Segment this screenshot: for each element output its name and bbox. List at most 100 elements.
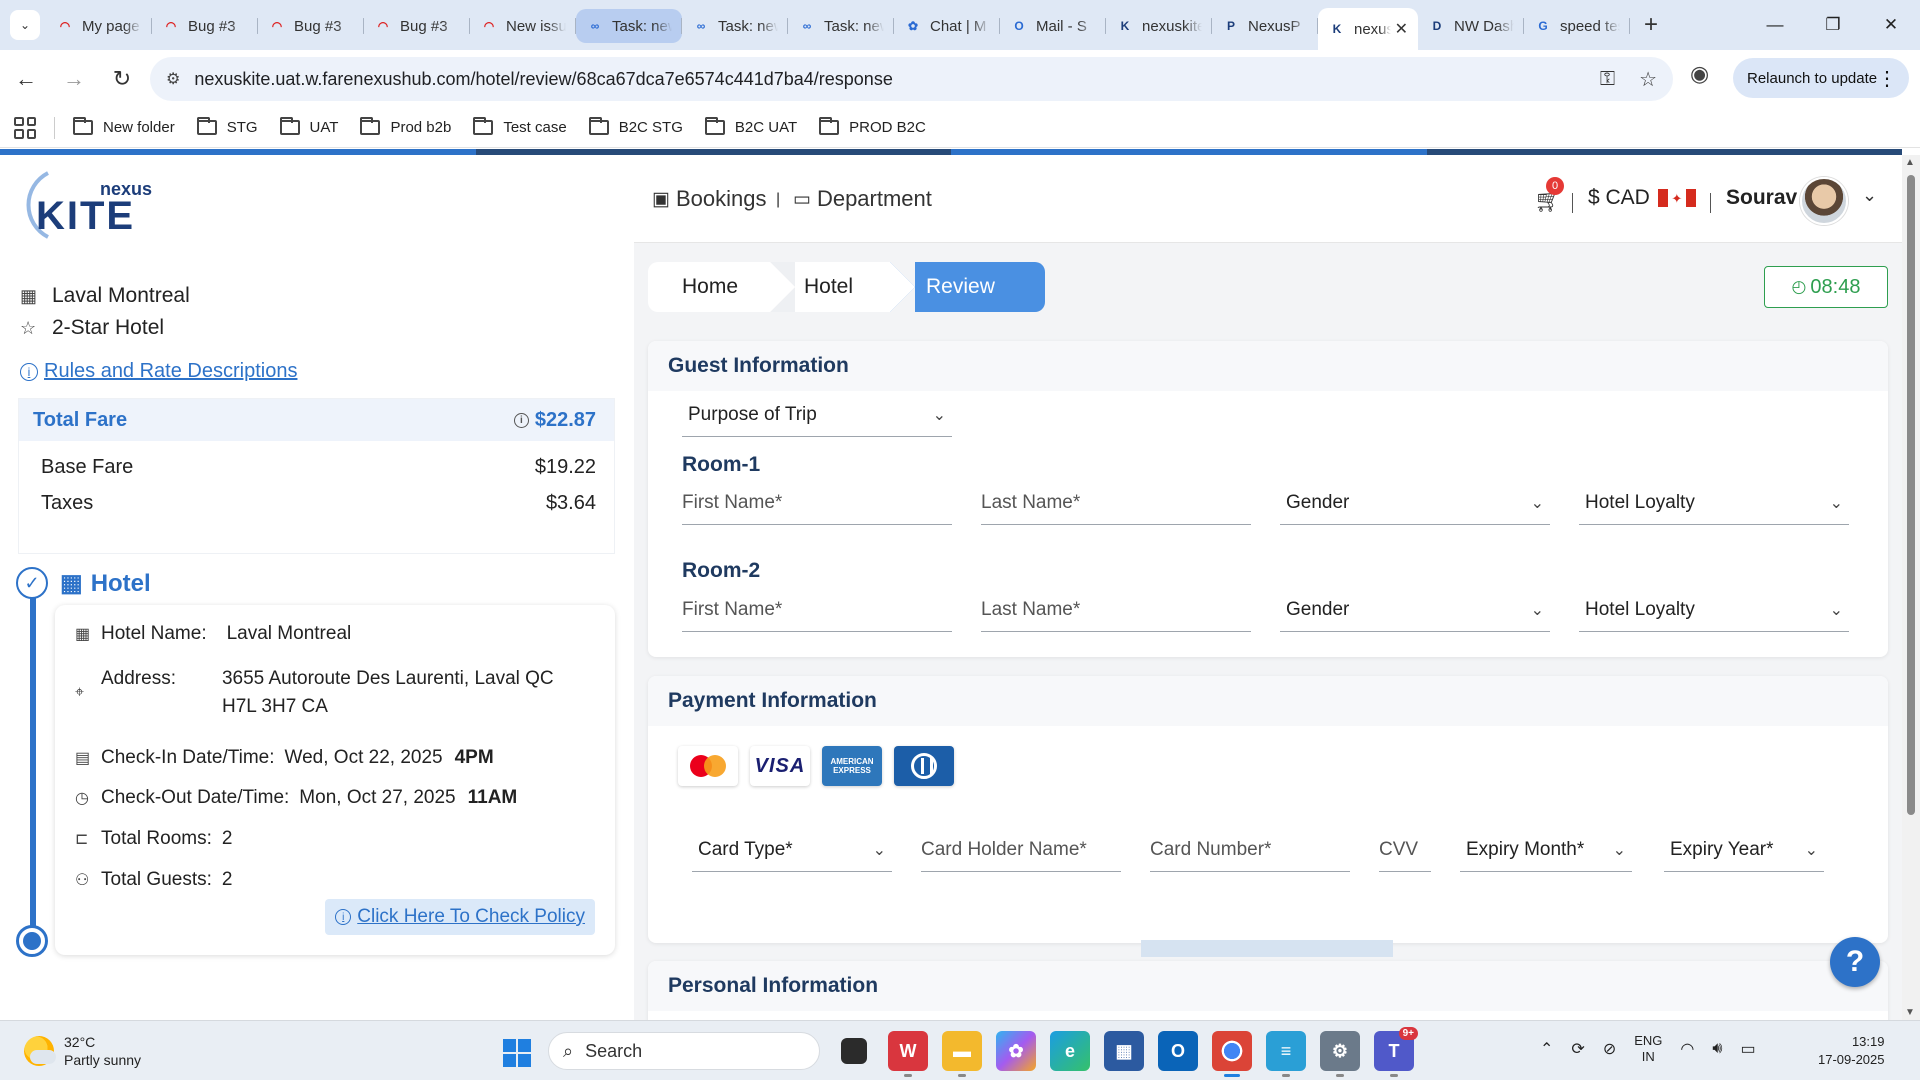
browser-tab[interactable]: ∞ Task: new (788, 9, 894, 43)
browser-tab[interactable]: ◠ Bug #3 (364, 9, 470, 43)
room-2-first-name-input[interactable]: First Name* (682, 588, 952, 632)
cvv-input[interactable]: CVV (1379, 828, 1431, 872)
language-indicator[interactable]: ENG IN (1634, 1033, 1662, 1065)
notepad-icon[interactable]: ≡ (1266, 1031, 1306, 1077)
nav-department-label[interactable]: Department (817, 186, 932, 212)
fare-info-icon[interactable]: i (513, 412, 529, 428)
bookmark-folder[interactable]: Test case (473, 117, 567, 136)
forward-button[interactable]: → (52, 57, 96, 101)
outlook-icon[interactable]: O (1158, 1031, 1198, 1071)
windows-start-icon[interactable] (503, 1039, 531, 1067)
browser-tab[interactable]: O Mail - S (1000, 9, 1106, 43)
bookmark-folder[interactable]: STG (196, 117, 258, 136)
avatar[interactable] (1800, 177, 1848, 225)
site-info-icon[interactable]: ⚙ (166, 69, 180, 89)
store-icon[interactable]: ▦ (1104, 1031, 1144, 1071)
room-1-hotel-loyalty-select[interactable]: Hotel Loyalty ⌄ (1579, 481, 1849, 525)
browser-tab[interactable]: ◠ Bug #3 (258, 9, 364, 43)
settings-gear-icon[interactable]: ⚙ (1320, 1031, 1360, 1077)
currency-label[interactable]: $ CAD (1588, 186, 1650, 210)
browser-tab[interactable]: ◠ My page (46, 9, 152, 43)
restore-button[interactable]: ❐ (1804, 0, 1862, 50)
back-button[interactable]: ← (4, 57, 48, 101)
file-explorer-icon[interactable]: ▬ (942, 1031, 982, 1077)
copilot-icon[interactable]: ✿ (996, 1031, 1036, 1071)
room-2-last-name-input[interactable]: Last Name* (981, 588, 1251, 632)
room-2-gender-select[interactable]: Gender ⌄ (1280, 588, 1550, 632)
diners-club-logo[interactable] (894, 746, 954, 786)
room-1-first-name-input[interactable]: First Name* (682, 481, 952, 525)
breadcrumb-home[interactable]: Home (648, 262, 795, 312)
taskbar-search[interactable]: ⌕ Search (548, 1032, 820, 1070)
room-2-hotel-loyalty-select[interactable]: Hotel Loyalty ⌄ (1579, 588, 1849, 632)
bookmark-folder[interactable]: Prod b2b (360, 117, 451, 136)
close-window-button[interactable]: ✕ (1862, 0, 1920, 50)
breadcrumb-label[interactable]: Hotel (804, 275, 853, 299)
task-view-icon[interactable] (841, 1038, 867, 1064)
scroll-down-arrow-icon[interactable]: ▼ (1905, 1007, 1915, 1018)
mastercard-logo[interactable] (678, 746, 738, 786)
bookmark-folder[interactable]: UAT (279, 117, 338, 136)
browser-tab[interactable]: ◠ New issue (470, 9, 576, 43)
rules-link-label[interactable]: Rules and Rate Descriptions (44, 360, 297, 383)
browser-tab[interactable]: P NexusP (1212, 9, 1318, 43)
check-policy-button[interactable]: i Click Here To Check Policy (325, 899, 595, 935)
browser-tab[interactable]: ∞ Task: new (576, 9, 682, 43)
breadcrumb-label[interactable]: Home (682, 275, 738, 299)
browser-tab[interactable]: Knexuskite (1106, 9, 1212, 43)
nav-department[interactable]: ▭ Department (793, 186, 932, 212)
minimize-button[interactable]: — (1746, 0, 1804, 50)
expiry-year-select[interactable]: Expiry Year* ⌄ (1664, 828, 1824, 872)
room-1-gender-select[interactable]: Gender ⌄ (1280, 481, 1550, 525)
chevron-down-icon[interactable]: ⌄ (1862, 185, 1877, 206)
browser-tab[interactable]: D NW Dash (1418, 9, 1524, 43)
profile-icon[interactable]: ◉ (1690, 61, 1709, 87)
bookmark-folder[interactable]: B2C UAT (704, 117, 797, 136)
room-1-last-name-input[interactable]: Last Name* (981, 481, 1251, 525)
nexus-kite-logo[interactable]: nexus KITE (18, 165, 158, 243)
battery-icon[interactable]: ▭ (1740, 1039, 1755, 1059)
nav-bookings[interactable]: ▣ Bookings (652, 186, 766, 212)
card-number-input[interactable]: Card Number* (1150, 828, 1350, 872)
browser-tab[interactable]: ∞ Task: new (682, 9, 788, 43)
purpose-of-trip-select[interactable]: Purpose of Trip ⌄ (682, 393, 952, 437)
help-button[interactable]: ? (1830, 937, 1880, 987)
weather-widget[interactable]: 32°C Partly sunny (24, 1033, 141, 1069)
chrome-icon[interactable] (1212, 1031, 1252, 1077)
url-text[interactable]: nexuskite.uat.w.farenexushub.com/hotel/r… (194, 69, 892, 90)
page-scrollbar[interactable]: ▲ ▼ (1902, 155, 1920, 1020)
chevron-up-icon[interactable]: ⌃ (1540, 1039, 1553, 1059)
browser-tab[interactable]: ◠ Bug #3 (152, 9, 258, 43)
card-holder-name-input[interactable]: Card Holder Name* (921, 828, 1121, 872)
tab-search-button[interactable]: ⌄ (10, 10, 40, 40)
nav-bookings-label[interactable]: Bookings (676, 186, 767, 212)
bookmark-folder[interactable]: New folder (73, 117, 175, 136)
relaunch-button[interactable]: Relaunch to update ⋮ (1733, 58, 1909, 98)
close-tab-icon[interactable]: ✕ (1395, 19, 1408, 39)
browser-tab[interactable]: Gspeed test (1524, 9, 1630, 43)
amex-logo[interactable]: AMERICAN EXPRESS (822, 746, 882, 786)
new-tab-button[interactable]: + (1644, 11, 1658, 39)
expiry-month-select[interactable]: Expiry Month* ⌄ (1460, 828, 1632, 872)
address-bar[interactable]: ⚙ nexuskite.uat.w.farenexushub.com/hotel… (150, 57, 1673, 101)
chrome-menu-icon[interactable]: ⋮ (1877, 66, 1897, 91)
taskbar-clock[interactable]: 13:19 17-09-2025 (1818, 1033, 1885, 1069)
password-key-icon[interactable]: ⚿ (1600, 68, 1615, 91)
card-type-select[interactable]: Card Type* ⌄ (692, 828, 892, 872)
check-policy-label[interactable]: Click Here To Check Policy (357, 906, 585, 928)
reload-button[interactable]: ↻ (100, 57, 144, 101)
browser-tab[interactable]: ✿ Chat | M (894, 9, 1000, 43)
teams-icon[interactable]: T 9+ (1374, 1027, 1418, 1077)
scroll-up-arrow-icon[interactable]: ▲ (1905, 157, 1915, 168)
visa-logo[interactable]: VISA (750, 746, 810, 786)
vpn-off-icon[interactable]: ⊘ (1603, 1039, 1616, 1059)
bookmark-star-icon[interactable]: ☆ (1639, 67, 1657, 92)
currency-selector[interactable]: $ CAD ✦ (1588, 186, 1696, 210)
edge-icon[interactable]: e (1050, 1031, 1090, 1071)
sync-icon[interactable]: ⟳ (1571, 1039, 1584, 1059)
rules-link[interactable]: i Rules and Rate Descriptions (20, 360, 297, 383)
scrollbar-thumb[interactable] (1907, 175, 1915, 815)
wifi-icon[interactable]: ◠ (1680, 1039, 1694, 1059)
apps-grid-icon[interactable] (14, 116, 36, 139)
browser-tab[interactable]: Knexuskite✕ (1318, 8, 1418, 50)
